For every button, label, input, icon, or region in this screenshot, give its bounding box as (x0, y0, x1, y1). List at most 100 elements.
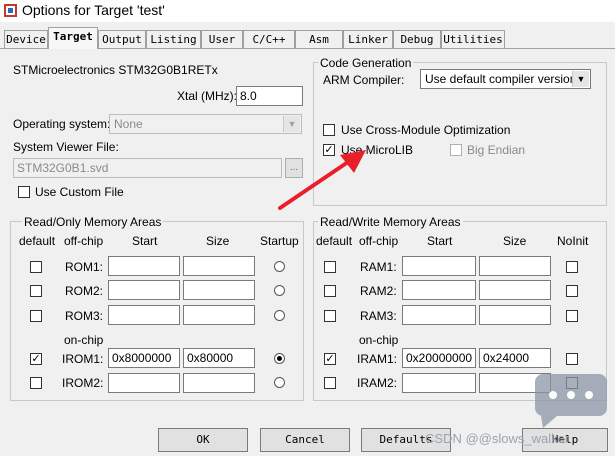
iram1-size-input[interactable]: 0x24000 (479, 348, 551, 368)
rom-header-default: default (19, 234, 56, 248)
rom1-size-input[interactable] (183, 256, 255, 276)
irom1-size-input[interactable]: 0x80000 (183, 348, 255, 368)
big-endian-checkbox[interactable] (450, 144, 462, 156)
rom1-label: ROM1: (65, 260, 104, 274)
app-icon (4, 4, 17, 17)
ram1-start-input[interactable] (402, 256, 476, 276)
rom1-startup-radio[interactable] (274, 261, 285, 272)
rom2-start-input[interactable] (108, 280, 180, 300)
tab-user[interactable]: User (201, 30, 243, 48)
iram2-label: IRAM2: (357, 376, 398, 390)
tab-device[interactable]: Device (4, 30, 48, 48)
rom2-size-input[interactable] (183, 280, 255, 300)
rom-header-size: Size (206, 234, 230, 248)
big-endian-label: Big Endian (467, 143, 526, 157)
tab-debug[interactable]: Debug (393, 30, 441, 48)
iram1-start-input[interactable]: 0x20000000 (402, 348, 476, 368)
ram3-noinit-checkbox[interactable] (566, 310, 578, 322)
ram1-noinit-checkbox[interactable] (566, 261, 578, 273)
xtal-input[interactable]: 8.0 (236, 86, 303, 106)
rom2-label: ROM2: (65, 284, 104, 298)
tab-asm[interactable]: Asm (295, 30, 343, 48)
irom2-default-checkbox[interactable] (30, 377, 42, 389)
rom-header-offchip: off-chip (64, 234, 104, 248)
iram2-start-input[interactable] (402, 373, 476, 393)
ram-title: Read/Write Memory Areas (318, 215, 463, 229)
rom-onchip-label: on-chip (64, 333, 104, 347)
ram-onchip-label: on-chip (359, 333, 399, 347)
cross-module-checkbox[interactable] (323, 124, 335, 136)
rom2-default-checkbox[interactable] (30, 285, 42, 297)
ram2-noinit-checkbox[interactable] (566, 285, 578, 297)
rom3-size-input[interactable] (183, 305, 255, 325)
ram2-start-input[interactable] (402, 280, 476, 300)
ram3-start-input[interactable] (402, 305, 476, 325)
irom2-label: IROM2: (62, 376, 104, 390)
ram3-label: RAM3: (360, 309, 397, 323)
rom1-default-checkbox[interactable] (30, 261, 42, 273)
tab-output[interactable]: Output (98, 30, 146, 48)
tab-utilities[interactable]: Utilities (441, 30, 505, 48)
ram2-default-checkbox[interactable] (324, 285, 336, 297)
irom2-size-input[interactable] (183, 373, 255, 393)
rom3-start-input[interactable] (108, 305, 180, 325)
ram-header-default: default (316, 234, 353, 248)
compiler-label: ARM Compiler: (323, 73, 405, 87)
tab-c-cpp[interactable]: C/C++ (243, 30, 295, 48)
ram3-size-input[interactable] (479, 305, 551, 325)
chat-bubble-icon (535, 374, 607, 428)
rom3-startup-radio[interactable] (274, 310, 285, 321)
ram1-size-input[interactable] (479, 256, 551, 276)
red-arrow-annotation (278, 150, 366, 210)
cross-module-label: Use Cross-Module Optimization (341, 123, 511, 137)
irom2-startup-radio[interactable] (274, 377, 285, 388)
svd-label: System Viewer File: (13, 140, 119, 154)
irom1-label: IROM1: (62, 352, 104, 366)
iram1-default-checkbox[interactable]: ✓ (324, 353, 336, 365)
ram-header-offchip: off-chip (359, 234, 399, 248)
irom1-default-checkbox[interactable]: ✓ (30, 353, 42, 365)
code-generation-title: Code Generation (318, 56, 414, 70)
ram-header-start: Start (427, 234, 453, 248)
ram1-default-checkbox[interactable] (324, 261, 336, 273)
xtal-label: Xtal (MHz): (177, 89, 237, 103)
rom2-startup-radio[interactable] (274, 285, 285, 296)
cancel-button[interactable]: Cancel (260, 428, 350, 452)
iram1-label: IRAM1: (357, 352, 398, 366)
svd-input[interactable]: STM32G0B1.svd (13, 158, 282, 178)
ram1-label: RAM1: (360, 260, 397, 274)
tab-linker[interactable]: Linker (343, 30, 393, 48)
tab-target[interactable]: Target (48, 27, 98, 49)
rom3-default-checkbox[interactable] (30, 310, 42, 322)
rom-header-start: Start (132, 234, 158, 248)
ok-button[interactable]: OK (158, 428, 248, 452)
chevron-down-icon: ▼ (283, 116, 300, 132)
custom-file-label: Use Custom File (35, 185, 124, 199)
watermark: CSDN @@slows_walker (425, 431, 570, 446)
ram3-default-checkbox[interactable] (324, 310, 336, 322)
irom2-start-input[interactable] (108, 373, 180, 393)
title-bar: Options for Target 'test' (0, 0, 615, 22)
os-value: None (114, 117, 143, 131)
rom1-start-input[interactable] (108, 256, 180, 276)
compiler-select[interactable]: Use default compiler version 5 ▼ (420, 69, 591, 89)
os-label: Operating system: (13, 117, 111, 131)
rom-title: Read/Only Memory Areas (22, 215, 164, 229)
ram2-label: RAM2: (360, 284, 397, 298)
iram1-noinit-checkbox[interactable] (566, 353, 578, 365)
chevron-down-icon: ▼ (572, 71, 589, 87)
device-name: STMicroelectronics STM32G0B1RETx (13, 63, 218, 77)
ram-header-noinit: NoInit (557, 234, 589, 248)
rom-header-startup: Startup (260, 234, 299, 248)
compiler-value: Use default compiler version 5 (425, 72, 587, 86)
ram-header-size: Size (503, 234, 527, 248)
os-select[interactable]: None ▼ (109, 114, 302, 134)
window-title: Options for Target 'test' (22, 2, 165, 18)
ram2-size-input[interactable] (479, 280, 551, 300)
irom1-start-input[interactable]: 0x8000000 (108, 348, 180, 368)
irom1-startup-radio[interactable] (274, 353, 285, 364)
tab-listing[interactable]: Listing (146, 30, 201, 48)
iram2-default-checkbox[interactable] (324, 377, 336, 389)
custom-file-checkbox[interactable] (18, 186, 30, 198)
rom3-label: ROM3: (65, 309, 104, 323)
